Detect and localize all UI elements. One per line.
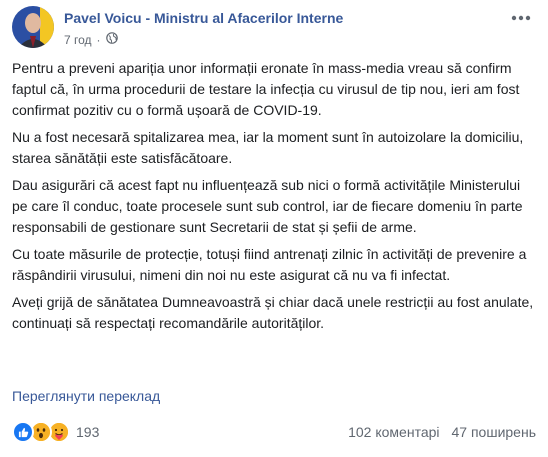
- globe-icon[interactable]: [105, 32, 118, 47]
- reactions-count[interactable]: 193: [76, 424, 99, 440]
- more-options-button[interactable]: [506, 8, 536, 28]
- post-header: Pavel Voicu - Ministru al Afacerilor Int…: [12, 6, 536, 50]
- author-name-link[interactable]: Pavel Voicu - Ministru al Afacerilor Int…: [64, 10, 343, 26]
- shares-count-link[interactable]: 47 поширень: [452, 424, 536, 440]
- post-paragraph: Dau asigurări că acest fapt nu influențe…: [12, 177, 523, 235]
- post-footer: 193 102 коментарі 47 поширень: [12, 417, 536, 447]
- author-avatar[interactable]: [12, 6, 54, 48]
- meta-separator: ·: [96, 32, 101, 47]
- post-paragraph: Nu a fost necesară spitalizarea mea, iar…: [12, 129, 524, 166]
- post-timestamp[interactable]: 7 год: [64, 33, 92, 47]
- post-body: Pentru a preveni apariția unor informați…: [12, 58, 536, 340]
- facebook-post: Pavel Voicu - Ministru al Afacerilor Int…: [0, 0, 548, 457]
- more-dots-icon: [511, 15, 531, 21]
- engagement-stats: 102 коментарі 47 поширень: [348, 424, 536, 440]
- post-meta: 7 год ·: [64, 32, 118, 47]
- post-paragraph: Aveți grijă de sănătatea Dumneavoastră ș…: [12, 294, 534, 331]
- avatar-image: [12, 6, 54, 48]
- see-translation-link[interactable]: Переглянути переклад: [12, 388, 160, 404]
- like-reaction-icon: [12, 421, 34, 443]
- comments-count-link[interactable]: 102 коментарі: [348, 424, 439, 440]
- reactions-summary[interactable]: 193: [12, 421, 99, 443]
- post-paragraph: Cu toate măsurile de protecție, totuși f…: [12, 246, 527, 283]
- post-paragraph: Pentru a preveni apariția unor informați…: [12, 60, 520, 118]
